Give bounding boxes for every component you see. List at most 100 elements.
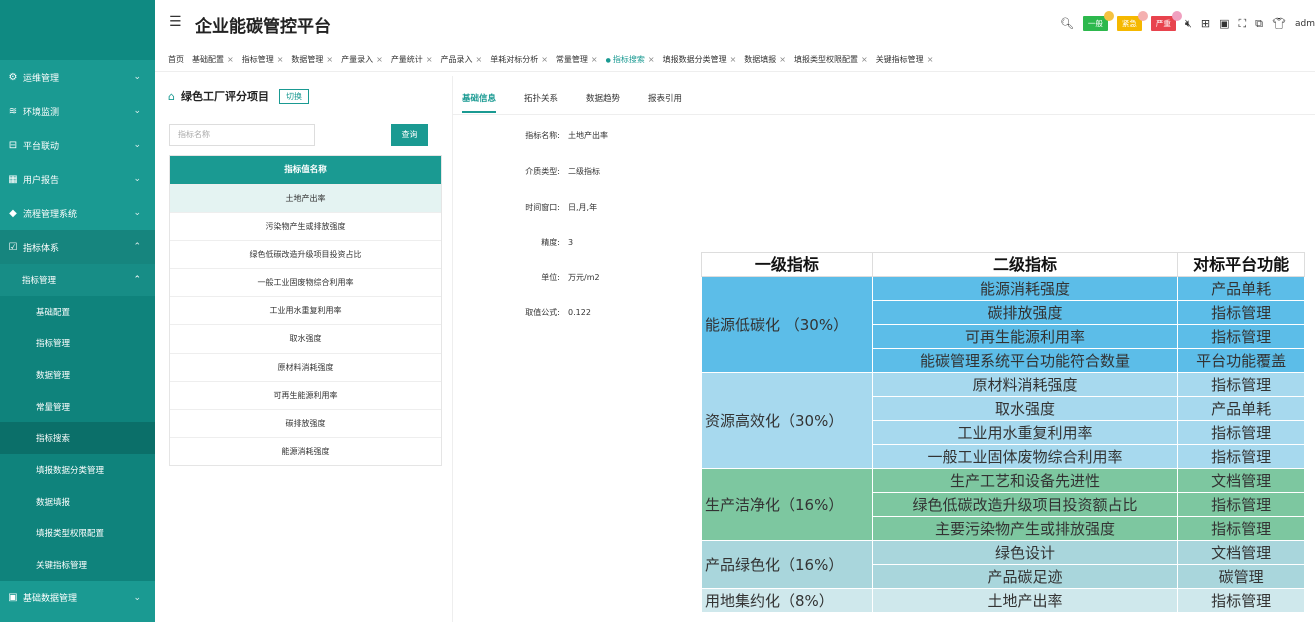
sidebar-item-link[interactable]: ⊟ 平台联动 ⌄ bbox=[0, 128, 155, 162]
field-value: 二级指标 bbox=[568, 167, 600, 176]
tab-report-ref[interactable]: 报表引用 bbox=[648, 92, 682, 104]
tab-constant-mgmt[interactable]: 常量管理 × bbox=[556, 54, 598, 65]
chevron-down-icon: ⌄ bbox=[133, 106, 141, 116]
field-label: 时间窗口: bbox=[525, 203, 560, 212]
switch-button[interactable]: 切换 bbox=[278, 88, 309, 104]
alert-normal-badge[interactable]: 一般 bbox=[1082, 11, 1114, 31]
table-row[interactable]: 原材料消耗强度 bbox=[170, 352, 441, 381]
close-icon[interactable]: × bbox=[541, 55, 548, 64]
sidebar-item-report[interactable]: ▦ 用户报告 ⌄ bbox=[0, 162, 155, 196]
tab-data-mgmt[interactable]: 数据管理 × bbox=[291, 54, 333, 65]
close-icon[interactable]: × bbox=[861, 55, 868, 64]
tab-home[interactable]: 首页 bbox=[168, 54, 184, 65]
field-value: 土地产出率 bbox=[568, 131, 608, 140]
tab-label: 指标搜索 bbox=[612, 55, 645, 64]
top-header: ☰ 企业能碳管控平台 🔍︎ 一般 紧急 严重 🔇︎ ⊞ ▣ ⛶ ⧉ 👕︎ adm bbox=[155, 0, 1315, 48]
mute-icon[interactable]: 🔇︎ bbox=[1185, 17, 1192, 31]
platform-cell: 指标管理 bbox=[1177, 444, 1305, 469]
tab-basic-info[interactable]: 基础信息 bbox=[462, 92, 497, 113]
edit-icon: ☑ bbox=[8, 241, 18, 253]
query-button[interactable]: 查询 bbox=[391, 124, 428, 146]
close-icon[interactable]: × bbox=[376, 55, 383, 64]
sidebar-sub-item[interactable]: 关键指标管理 bbox=[0, 549, 155, 581]
search-input[interactable]: 指标名称 bbox=[169, 124, 315, 146]
close-icon[interactable]: × bbox=[476, 55, 483, 64]
tab-product-entry[interactable]: 产品录入 × bbox=[441, 54, 483, 65]
copy-icon[interactable]: ⧉ bbox=[1255, 17, 1263, 31]
tab-output-stats[interactable]: 产量统计 × bbox=[391, 54, 433, 65]
tab-base-config[interactable]: 基础配置 × bbox=[192, 54, 234, 65]
sidebar-sub-item[interactable]: 填报类型权限配置 bbox=[0, 517, 155, 550]
platform-cell: 指标管理 bbox=[1177, 492, 1305, 517]
close-icon[interactable]: × bbox=[779, 55, 786, 64]
sidebar-sub-index-mgmt[interactable]: 指标管理 ⌃ bbox=[0, 264, 155, 296]
table-header: 指标值名称 bbox=[170, 156, 441, 184]
sidebar-sub-item[interactable]: 基础配置 bbox=[0, 295, 155, 328]
level2-cell: 生产工艺和设备先进性 bbox=[871, 468, 1179, 493]
tab-label: 产量录入 bbox=[341, 55, 374, 64]
sidebar-sub-item-selected[interactable]: 指标搜索 bbox=[0, 422, 155, 455]
shirt-icon[interactable]: 👕︎ bbox=[1272, 17, 1286, 30]
screen-icon[interactable]: ▣ bbox=[1219, 17, 1229, 30]
platform-cell: 产品单耗 bbox=[1177, 276, 1305, 301]
table-row[interactable]: 能源消耗强度 bbox=[170, 436, 441, 465]
tab-data-trend[interactable]: 数据趋势 bbox=[586, 92, 620, 104]
alert-severe-badge[interactable]: 严重 bbox=[1150, 11, 1182, 31]
level2-cell: 碳排放强度 bbox=[871, 300, 1179, 325]
grid-icon[interactable]: ⊞ bbox=[1201, 17, 1210, 30]
close-icon[interactable]: × bbox=[426, 55, 433, 64]
table-row[interactable]: 可再生能源利用率 bbox=[170, 380, 441, 409]
sidebar-item-flow[interactable]: ◆ 流程管理系统 ⌄ bbox=[0, 196, 155, 230]
close-icon[interactable]: × bbox=[648, 55, 655, 64]
tab-label: 常量管理 bbox=[555, 55, 588, 64]
tab-label: 产品录入 bbox=[440, 55, 473, 64]
close-icon[interactable]: × bbox=[277, 55, 284, 64]
sidebar-item-ops[interactable]: ⚙ 运维管理 ⌄ bbox=[0, 60, 155, 94]
header-tools: 🔍︎ 一般 紧急 严重 🔇︎ ⊞ ▣ ⛶ ⧉ 👕︎ adm bbox=[1060, 11, 1315, 31]
field-medium-type: 介质类型: 二级指标 bbox=[500, 166, 600, 177]
table-row-selected[interactable]: 土地产出率 bbox=[170, 184, 441, 213]
sidebar-sub-item[interactable]: 填报数据分类管理 bbox=[0, 454, 155, 486]
table-row[interactable]: 工业用水重复利用率 bbox=[170, 296, 441, 324]
sidebar-item-base-data[interactable]: ▣ 基础数据管理 ⌄ bbox=[0, 581, 155, 615]
field-formula: 取值公式: 0.122 bbox=[500, 307, 591, 318]
tab-index-search[interactable]: 指标搜索× bbox=[606, 54, 655, 65]
table-row[interactable]: 绿色低碳改造升级项目投资占比 bbox=[170, 240, 441, 268]
table-row[interactable]: 污染物产生或排放强度 bbox=[170, 212, 441, 240]
close-icon[interactable]: × bbox=[227, 55, 234, 64]
sidebar-item-env[interactable]: ≋ 环境监测 ⌄ bbox=[0, 94, 155, 128]
sidebar-sub-item[interactable]: 常量管理 bbox=[0, 390, 155, 423]
chevron-down-icon: ⌄ bbox=[133, 208, 141, 218]
close-icon[interactable]: × bbox=[927, 55, 934, 64]
sidebar-sub-item[interactable]: 数据填报 bbox=[0, 485, 155, 518]
menu-toggle-icon[interactable]: ☰ bbox=[169, 14, 182, 30]
tab-fill-category[interactable]: 填报数据分类管理 × bbox=[663, 54, 737, 65]
tab-topology[interactable]: 拓扑关系 bbox=[524, 92, 558, 104]
tab-output-entry[interactable]: 产量录入 × bbox=[341, 54, 383, 65]
table-row[interactable]: 取水强度 bbox=[170, 324, 441, 352]
close-icon[interactable]: × bbox=[730, 55, 737, 64]
sidebar-sub-item[interactable]: 数据管理 bbox=[0, 359, 155, 391]
field-value: 万元/m2 bbox=[568, 273, 600, 282]
tab-consumption-analysis[interactable]: 单耗对标分析 × bbox=[490, 54, 548, 65]
close-icon[interactable]: × bbox=[591, 55, 598, 64]
tab-key-index[interactable]: 关键指标管理 × bbox=[876, 54, 934, 65]
tab-data-fill[interactable]: 数据填报 × bbox=[744, 54, 786, 65]
tab-fill-permission[interactable]: 填报类型权限配置 × bbox=[794, 54, 868, 65]
sidebar-item-label: 流程管理系统 bbox=[23, 209, 78, 220]
tab-label: 指标管理 bbox=[241, 55, 274, 64]
fullscreen-icon[interactable]: ⛶ bbox=[1238, 17, 1246, 31]
level2-cell: 主要污染物产生或排放强度 bbox=[871, 516, 1179, 541]
table-row[interactable]: 一般工业固废物综合利用率 bbox=[170, 268, 441, 296]
tab-index-mgmt[interactable]: 指标管理 × bbox=[242, 54, 284, 65]
alert-urgent-badge[interactable]: 紧急 bbox=[1116, 11, 1148, 31]
sidebar-item-label: 指标体系 bbox=[23, 243, 60, 254]
sidebar-sub-item[interactable]: 指标管理 bbox=[0, 327, 155, 360]
user-name[interactable]: adm bbox=[1295, 19, 1315, 29]
sidebar-item-index-system[interactable]: ☑ 指标体系 ⌃ bbox=[0, 230, 155, 264]
field-label: 取值公式: bbox=[525, 308, 560, 317]
table-row[interactable]: 碳排放强度 bbox=[170, 408, 441, 437]
search-icon[interactable]: 🔍︎ bbox=[1060, 17, 1074, 30]
detail-divider bbox=[453, 114, 1315, 115]
close-icon[interactable]: × bbox=[326, 55, 333, 64]
